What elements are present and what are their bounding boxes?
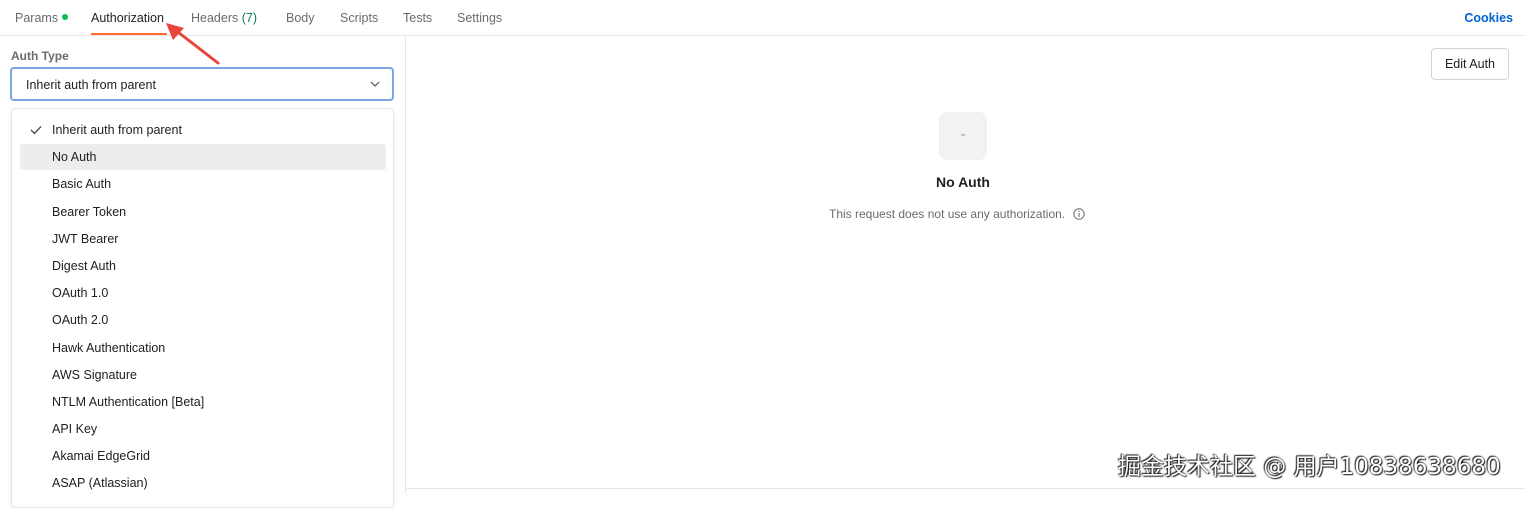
params-status-dot <box>62 14 69 20</box>
auth-option-bearer-token[interactable]: Bearer Token <box>20 199 386 225</box>
auth-option-label: Basic Auth <box>52 177 112 191</box>
auth-option-label: Inherit auth from parent <box>52 123 182 137</box>
auth-option-label: OAuth 2.0 <box>52 313 109 327</box>
auth-option-label: Hawk Authentication <box>52 341 166 355</box>
tab-body-label: Body <box>286 11 315 25</box>
auth-option-label: No Auth <box>52 150 97 164</box>
auth-option-api-key[interactable]: API Key <box>20 416 386 442</box>
auth-option-oauth-1[interactable]: OAuth 1.0 <box>20 280 386 306</box>
auth-option-ntlm[interactable]: NTLM Authentication [Beta] <box>20 389 386 415</box>
tab-params[interactable]: Params <box>15 11 69 25</box>
auth-option-inherit[interactable]: Inherit auth from parent <box>20 117 386 143</box>
info-icon[interactable] <box>1072 208 1085 220</box>
auth-option-oauth-2[interactable]: OAuth 2.0 <box>20 307 386 333</box>
auth-type-label: Auth Type <box>11 49 69 63</box>
tab-authorization[interactable]: Authorization <box>91 11 164 25</box>
tab-tests-label: Tests <box>403 11 433 25</box>
auth-option-hawk[interactable]: Hawk Authentication <box>20 335 386 361</box>
tab-scripts-label: Scripts <box>340 11 379 25</box>
auth-option-label: Bearer Token <box>52 205 127 219</box>
auth-option-no-auth[interactable]: No Auth <box>20 144 386 170</box>
tab-tests[interactable]: Tests <box>403 11 432 25</box>
chevron-down-icon <box>370 81 380 87</box>
auth-option-asap[interactable]: ASAP (Atlassian) <box>20 470 386 496</box>
no-auth-icon: - <box>939 112 987 160</box>
watermark-text: 掘金技术社区 @ 用户10838638680 <box>1118 454 1501 480</box>
tab-settings-label: Settings <box>457 11 503 25</box>
tab-authorization-label: Authorization <box>91 11 164 25</box>
auth-option-label: ASAP (Atlassian) <box>52 476 148 490</box>
auth-type-dropdown-menu: Inherit auth from parent No Auth Basic A… <box>11 108 394 508</box>
request-tabs-bar: Params Authorization Headers (7) Body Sc… <box>0 0 1525 36</box>
bottom-divider <box>406 488 1525 489</box>
auth-option-jwt-bearer[interactable]: JWT Bearer <box>20 226 386 252</box>
auth-option-basic-auth[interactable]: Basic Auth <box>20 171 386 197</box>
auth-type-select[interactable]: Inherit auth from parent <box>10 67 394 101</box>
tab-scripts[interactable]: Scripts <box>340 11 378 25</box>
no-auth-title: No Auth <box>936 174 990 190</box>
tab-body[interactable]: Body <box>286 11 315 25</box>
auth-option-label: JWT Bearer <box>52 232 119 246</box>
no-auth-description: This request does not use any authorizat… <box>829 207 1085 221</box>
auth-option-label: Akamai EdgeGrid <box>52 449 150 463</box>
auth-option-label: NTLM Authentication [Beta] <box>52 395 205 409</box>
tab-params-label: Params <box>15 11 59 25</box>
tab-headers-count: (7) <box>241 11 258 25</box>
active-tab-underline <box>91 33 167 35</box>
auth-option-aws-signature[interactable]: AWS Signature <box>20 362 386 388</box>
annotation-arrow-icon <box>166 23 220 65</box>
check-icon <box>30 126 42 135</box>
edit-auth-button[interactable]: Edit Auth <box>1431 48 1509 80</box>
auth-option-digest-auth[interactable]: Digest Auth <box>20 253 386 279</box>
auth-option-label: API Key <box>52 422 98 436</box>
cookies-link[interactable]: Cookies <box>1464 11 1513 25</box>
auth-option-label: AWS Signature <box>52 368 137 382</box>
auth-config-panel: Auth Type Inherit auth from parent Inher… <box>0 36 406 508</box>
tab-settings[interactable]: Settings <box>457 11 502 25</box>
auth-option-label: Digest Auth <box>52 259 116 273</box>
auth-option-akamai[interactable]: Akamai EdgeGrid <box>20 443 386 469</box>
auth-option-label: OAuth 1.0 <box>52 286 109 300</box>
no-auth-description-text: This request does not use any authorizat… <box>829 207 1066 221</box>
auth-type-selected-value: Inherit auth from parent <box>26 78 156 92</box>
